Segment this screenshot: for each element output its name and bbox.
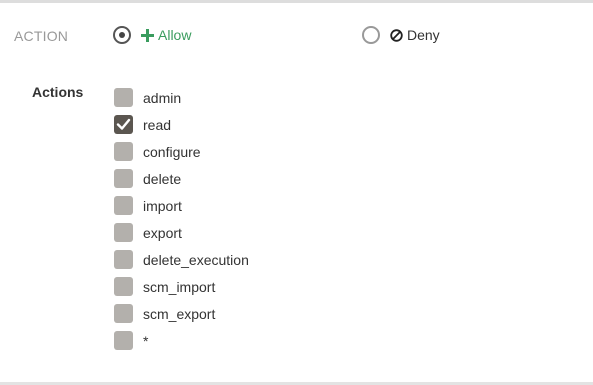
- action-checkbox[interactable]: [114, 196, 133, 215]
- ban-icon: [389, 28, 403, 42]
- action-row: ACTION Allow Deny: [0, 26, 593, 55]
- action-form-panel: ACTION Allow Deny Actions admin read con…: [0, 0, 593, 385]
- action-checkbox-row[interactable]: admin: [114, 84, 249, 111]
- action-checkbox-row[interactable]: read: [114, 111, 249, 138]
- action-checkbox-label: configure: [143, 143, 201, 160]
- action-checkbox-label: delete: [143, 170, 182, 187]
- allow-radio-button[interactable]: [113, 26, 131, 44]
- action-checkbox[interactable]: [114, 331, 133, 350]
- allow-label: Allow: [158, 27, 192, 43]
- action-checkbox-label: delete_execution: [143, 251, 249, 268]
- action-checkbox-row[interactable]: *: [114, 327, 249, 354]
- action-checkbox-row[interactable]: export: [114, 219, 249, 246]
- action-checkbox[interactable]: [114, 277, 133, 296]
- action-checkbox-label: read: [143, 116, 172, 133]
- deny-radio-button[interactable]: [362, 26, 380, 44]
- actions-checklist: admin read configure delete import expor…: [114, 84, 249, 354]
- action-checkbox-label: admin: [143, 89, 182, 106]
- action-checkbox-row[interactable]: delete_execution: [114, 246, 249, 273]
- action-checkbox[interactable]: [114, 115, 133, 134]
- action-checkbox-row[interactable]: import: [114, 192, 249, 219]
- action-checkbox[interactable]: [114, 88, 133, 107]
- action-checkbox-label: export: [143, 224, 182, 241]
- action-checkbox-label: scm_import: [143, 278, 216, 295]
- action-checkbox[interactable]: [114, 142, 133, 161]
- actions-label: Actions: [32, 84, 84, 100]
- action-checkbox-label: *: [143, 332, 149, 349]
- action-checkbox-row[interactable]: scm_export: [114, 300, 249, 327]
- action-checkbox-label: import: [143, 197, 182, 214]
- action-checkbox-row[interactable]: scm_import: [114, 273, 249, 300]
- checkmark-icon: [116, 118, 131, 130]
- radio-selected-dot: [119, 32, 125, 38]
- action-checkbox[interactable]: [114, 304, 133, 323]
- action-checkbox[interactable]: [114, 223, 133, 242]
- action-checkbox[interactable]: [114, 250, 133, 269]
- action-checkbox-row[interactable]: configure: [114, 138, 249, 165]
- allow-radio-option[interactable]: Allow: [113, 26, 191, 44]
- action-label: ACTION: [14, 28, 69, 44]
- action-checkbox-label: scm_export: [143, 305, 216, 322]
- plus-icon: [140, 28, 154, 42]
- deny-label: Deny: [407, 27, 440, 43]
- deny-radio-option[interactable]: Deny: [362, 26, 440, 44]
- action-checkbox[interactable]: [114, 169, 133, 188]
- action-checkbox-row[interactable]: delete: [114, 165, 249, 192]
